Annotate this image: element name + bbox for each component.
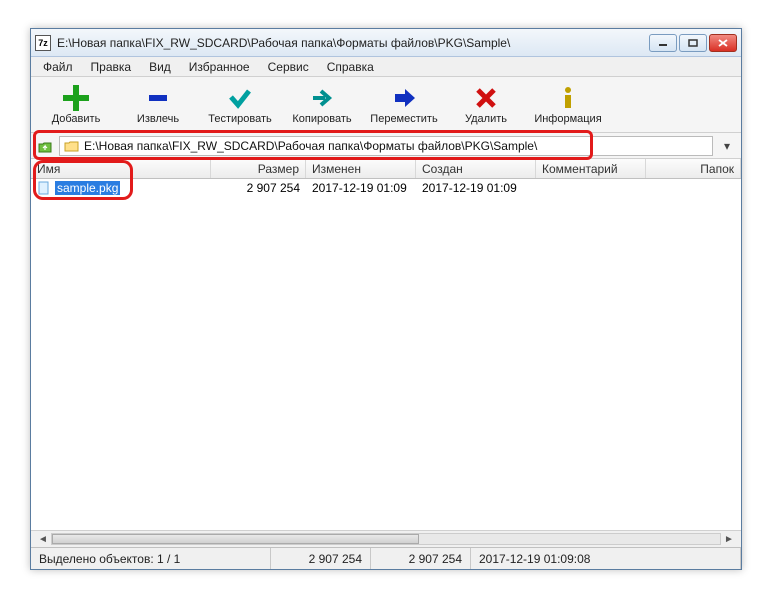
file-list[interactable]: sample.pkg 2 907 254 2017-12-19 01:09 20… bbox=[31, 179, 741, 530]
minus-icon bbox=[145, 84, 171, 112]
folder-icon bbox=[64, 138, 80, 154]
toolbar-delete-label: Удалить bbox=[465, 113, 507, 125]
file-size: 2 907 254 bbox=[211, 181, 306, 195]
toolbar-add-button[interactable]: Добавить bbox=[37, 80, 115, 130]
window-title: E:\Новая папка\FIX_RW_SDCARD\Рабочая пап… bbox=[57, 36, 649, 50]
arrow-right-icon bbox=[309, 84, 335, 112]
toolbar-move-label: Переместить bbox=[370, 113, 437, 125]
up-folder-icon[interactable] bbox=[37, 138, 53, 154]
toolbar-copy-label: Копировать bbox=[292, 113, 351, 125]
toolbar-info-button[interactable]: Информация bbox=[529, 80, 607, 130]
titlebar: 7z E:\Новая папка\FIX_RW_SDCARD\Рабочая … bbox=[31, 29, 741, 57]
column-headers: Имя Размер Изменен Создан Комментарий Па… bbox=[31, 159, 741, 179]
file-created: 2017-12-19 01:09 bbox=[416, 181, 536, 195]
toolbar-info-label: Информация bbox=[534, 113, 601, 125]
scroll-thumb[interactable] bbox=[52, 534, 419, 544]
close-button[interactable] bbox=[709, 34, 737, 52]
file-icon bbox=[37, 181, 51, 195]
arrow-right-solid-icon bbox=[391, 84, 417, 112]
column-size[interactable]: Размер bbox=[211, 159, 306, 178]
address-text: E:\Новая папка\FIX_RW_SDCARD\Рабочая пап… bbox=[84, 139, 708, 153]
toolbar-copy-button[interactable]: Копировать bbox=[283, 80, 361, 130]
column-created[interactable]: Создан bbox=[416, 159, 536, 178]
x-icon bbox=[473, 84, 499, 112]
status-selection: Выделено объектов: 1 / 1 bbox=[31, 548, 271, 569]
menu-tools[interactable]: Сервис bbox=[260, 58, 317, 76]
column-name[interactable]: Имя bbox=[31, 159, 211, 178]
check-icon bbox=[227, 84, 253, 112]
column-folders[interactable]: Папок bbox=[646, 159, 741, 178]
address-input[interactable]: E:\Новая папка\FIX_RW_SDCARD\Рабочая пап… bbox=[59, 136, 713, 156]
scroll-track[interactable] bbox=[51, 533, 721, 545]
menu-edit[interactable]: Правка bbox=[83, 58, 140, 76]
scroll-right-icon[interactable]: ► bbox=[721, 534, 737, 545]
column-modified[interactable]: Изменен bbox=[306, 159, 416, 178]
status-size1: 2 907 254 bbox=[271, 548, 371, 569]
menubar: Файл Правка Вид Избранное Сервис Справка bbox=[31, 57, 741, 77]
addressbar: E:\Новая папка\FIX_RW_SDCARD\Рабочая пап… bbox=[31, 133, 741, 159]
toolbar-extract-button[interactable]: Извлечь bbox=[119, 80, 197, 130]
menu-view[interactable]: Вид bbox=[141, 58, 179, 76]
menu-help[interactable]: Справка bbox=[319, 58, 382, 76]
list-item[interactable]: sample.pkg 2 907 254 2017-12-19 01:09 20… bbox=[31, 179, 741, 197]
file-modified: 2017-12-19 01:09 bbox=[306, 181, 416, 195]
minimize-button[interactable] bbox=[649, 34, 677, 52]
menu-favorites[interactable]: Избранное bbox=[181, 58, 258, 76]
window-controls bbox=[649, 34, 737, 52]
info-icon bbox=[555, 84, 581, 112]
app-window: 7z E:\Новая папка\FIX_RW_SDCARD\Рабочая … bbox=[30, 28, 742, 570]
toolbar-test-button[interactable]: Тестировать bbox=[201, 80, 279, 130]
toolbar-add-label: Добавить bbox=[52, 113, 101, 125]
toolbar-move-button[interactable]: Переместить bbox=[365, 80, 443, 130]
status-datetime: 2017-12-19 01:09:08 bbox=[471, 548, 741, 569]
app-icon: 7z bbox=[35, 35, 51, 51]
menu-file[interactable]: Файл bbox=[35, 58, 81, 76]
toolbar-test-label: Тестировать bbox=[208, 113, 272, 125]
file-name: sample.pkg bbox=[55, 181, 120, 195]
status-size2: 2 907 254 bbox=[371, 548, 471, 569]
toolbar-delete-button[interactable]: Удалить bbox=[447, 80, 525, 130]
plus-icon bbox=[63, 84, 89, 112]
address-dropdown-icon[interactable]: ▾ bbox=[719, 139, 735, 153]
toolbar-extract-label: Извлечь bbox=[137, 113, 179, 125]
column-comment[interactable]: Комментарий bbox=[536, 159, 646, 178]
statusbar: Выделено объектов: 1 / 1 2 907 254 2 907… bbox=[31, 547, 741, 569]
scroll-left-icon[interactable]: ◄ bbox=[35, 534, 51, 545]
horizontal-scrollbar[interactable]: ◄ ► bbox=[31, 530, 741, 547]
maximize-button[interactable] bbox=[679, 34, 707, 52]
toolbar: Добавить Извлечь Тестировать Копировать … bbox=[31, 77, 741, 133]
